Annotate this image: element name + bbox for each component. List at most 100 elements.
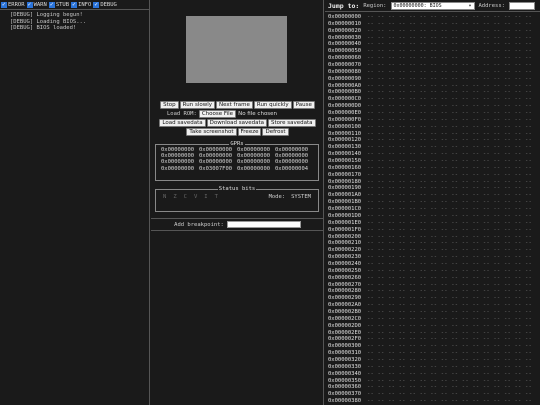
memory-row: 0x00000180 -- -- -- -- -- -- -- -- -- -- … [328, 179, 540, 186]
filter-debug-checkbox[interactable] [93, 1, 100, 9]
memory-row-address: 0x00000170 [328, 171, 362, 178]
memory-row: 0x000001A0 -- -- -- -- -- -- -- -- -- -- … [328, 192, 540, 199]
memory-row-bytes: -- -- -- -- -- -- -- -- -- -- -- -- -- -… [367, 363, 533, 370]
memory-row: 0x000002C0 -- -- -- -- -- -- -- -- -- -- … [328, 316, 540, 323]
memory-row-bytes: -- -- -- -- -- -- -- -- -- -- -- -- -- -… [367, 96, 533, 103]
memory-row: 0x00000360 -- -- -- -- -- -- -- -- -- -- … [328, 384, 540, 391]
stop-button[interactable]: Stop [160, 101, 179, 109]
memory-row-bytes: -- -- -- -- -- -- -- -- -- -- -- -- -- -… [367, 322, 533, 329]
memory-row-bytes: -- -- -- -- -- -- -- -- -- -- -- -- -- -… [367, 384, 533, 391]
memory-row: 0x000000B0 -- -- -- -- -- -- -- -- -- -- … [328, 89, 540, 96]
memory-row-bytes: -- -- -- -- -- -- -- -- -- -- -- -- -- -… [367, 370, 533, 377]
load-rom-row: Load ROM: Choose File No file chosen [167, 110, 277, 118]
filter-info[interactable]: INFO [71, 1, 91, 9]
memory-row-bytes: -- -- -- -- -- -- -- -- -- -- -- -- -- -… [367, 281, 533, 288]
chevron-down-icon: ▾ [468, 2, 472, 9]
memory-row-address: 0x000002E0 [328, 329, 362, 336]
memory-row: 0x000001B0 -- -- -- -- -- -- -- -- -- -- … [328, 199, 540, 206]
memory-row-address: 0x00000300 [328, 343, 362, 350]
memory-row-bytes: -- -- -- -- -- -- -- -- -- -- -- -- -- -… [367, 267, 533, 274]
memory-row-address: 0x00000040 [328, 41, 362, 48]
memory-row: 0x00000110 -- -- -- -- -- -- -- -- -- -- … [328, 131, 540, 138]
breakpoint-input[interactable] [226, 221, 301, 228]
memory-row-address: 0x000000F0 [328, 116, 362, 123]
memory-header: Jump to: Region: 0x00000000: BIOS ▾ Addre… [325, 0, 540, 12]
mode-label: Mode: [268, 194, 286, 200]
memory-row-address: 0x000001C0 [328, 206, 362, 213]
memory-row-address: 0x00000190 [328, 185, 362, 192]
memory-row-address: 0x000000D0 [328, 103, 362, 110]
memory-row: 0x00000060 -- -- -- -- -- -- -- -- -- -- … [328, 55, 540, 62]
memory-row-bytes: -- -- -- -- -- -- -- -- -- -- -- -- -- -… [367, 240, 533, 247]
memory-row-bytes: -- -- -- -- -- -- -- -- -- -- -- -- -- -… [367, 178, 533, 185]
breakpoint-label: Add breakpoint: [174, 221, 224, 228]
flag-c: C [183, 194, 187, 200]
memory-row-bytes: -- -- -- -- -- -- -- -- -- -- -- -- -- -… [367, 260, 533, 267]
gpr-value: 0x00000004 [275, 165, 309, 172]
filter-error[interactable]: ERROR [1, 1, 25, 9]
memory-row-bytes: -- -- -- -- -- -- -- -- -- -- -- -- -- -… [367, 116, 533, 123]
gpr-value: 0x03007F00 [199, 165, 233, 172]
memory-row: 0x00000290 -- -- -- -- -- -- -- -- -- -- … [328, 295, 540, 302]
memory-row-address: 0x00000110 [328, 130, 362, 137]
region-select[interactable]: 0x00000000: BIOS ▾ [390, 1, 475, 10]
memory-row: 0x00000190 -- -- -- -- -- -- -- -- -- -- … [328, 185, 540, 192]
memory-row: 0x00000310 -- -- -- -- -- -- -- -- -- -- … [328, 350, 540, 357]
pause-button[interactable]: Pause [292, 101, 315, 109]
memory-row: 0x00000380 -- -- -- -- -- -- -- -- -- -- … [328, 398, 540, 405]
memory-row-bytes: -- -- -- -- -- -- -- -- -- -- -- -- -- -… [367, 14, 533, 20]
memory-row: 0x00000280 -- -- -- -- -- -- -- -- -- -- … [328, 288, 540, 295]
next-frame-button[interactable]: Next frame [216, 101, 253, 109]
run-controls: Stop Run slowly Next frame Run quickly P… [151, 101, 323, 109]
filter-warn-checkbox[interactable] [26, 1, 33, 9]
filter-info-checkbox[interactable] [71, 1, 78, 9]
run-slowly-button[interactable]: Run slowly [179, 101, 215, 109]
memory-row-address: 0x000002D0 [328, 322, 362, 329]
memory-row-bytes: -- -- -- -- -- -- -- -- -- -- -- -- -- -… [367, 89, 533, 96]
savedata-controls: Load savedata Download savedata Store sa… [151, 119, 323, 127]
filter-error-checkbox[interactable] [1, 1, 7, 9]
filter-debug[interactable]: DEBUG [93, 1, 117, 9]
take-screenshot-button[interactable]: Take screenshot [186, 128, 237, 136]
memory-row: 0x00000050 -- -- -- -- -- -- -- -- -- -- … [328, 48, 540, 55]
filter-stub-checkbox[interactable] [48, 1, 55, 9]
memory-row-bytes: -- -- -- -- -- -- -- -- -- -- -- -- -- -… [367, 68, 533, 75]
memory-row-bytes: -- -- -- -- -- -- -- -- -- -- -- -- -- -… [367, 350, 533, 357]
run-quickly-button[interactable]: Run quickly [253, 101, 292, 109]
memory-row-bytes: -- -- -- -- -- -- -- -- -- -- -- -- -- -… [367, 151, 533, 158]
memory-row-bytes: -- -- -- -- -- -- -- -- -- -- -- -- -- -… [367, 199, 533, 206]
flag-v: V [193, 194, 198, 200]
filter-warn[interactable]: WARN [26, 1, 47, 9]
memory-row-address: 0x00000150 [328, 158, 362, 165]
memory-row-bytes: -- -- -- -- -- -- -- -- -- -- -- -- -- -… [367, 164, 533, 171]
emulator-screen[interactable] [186, 16, 287, 83]
memory-row-address: 0x000002A0 [328, 302, 362, 309]
filter-stub[interactable]: STUB [48, 1, 69, 9]
memory-row-address: 0x000000B0 [328, 89, 362, 96]
memory-row-bytes: -- -- -- -- -- -- -- -- -- -- -- -- -- -… [367, 233, 533, 240]
memory-row: 0x000000E0 -- -- -- -- -- -- -- -- -- -- … [328, 110, 540, 117]
memory-row-address: 0x00000220 [328, 247, 362, 254]
memory-row: 0x000000D0 -- -- -- -- -- -- -- -- -- -- … [328, 103, 540, 110]
memory-row-bytes: -- -- -- -- -- -- -- -- -- -- -- -- -- -… [367, 75, 533, 82]
gprs-panel: GPRs 0x00000000 0x00000000 0x00000000 0x… [155, 141, 319, 181]
memory-row-address: 0x000001B0 [328, 199, 362, 206]
memory-row-bytes: -- -- -- -- -- -- -- -- -- -- -- -- -- -… [367, 137, 533, 144]
memory-row: 0x00000270 -- -- -- -- -- -- -- -- -- -- … [328, 282, 540, 289]
memory-row-bytes: -- -- -- -- -- -- -- -- -- -- -- -- -- -… [367, 62, 533, 69]
memory-row: 0x00000030 -- -- -- -- -- -- -- -- -- -- … [328, 35, 540, 42]
jump-to-label: Jump to: [328, 1, 360, 10]
defrost-button[interactable]: Defrost [262, 128, 289, 136]
load-savedata-button[interactable]: Load savedata [159, 119, 206, 127]
store-savedata-button[interactable]: Store savedata [268, 119, 316, 127]
address-input[interactable] [509, 1, 535, 10]
freeze-button[interactable]: Freeze [237, 128, 262, 136]
memory-row-bytes: -- -- -- -- -- -- -- -- -- -- -- -- -- -… [367, 343, 533, 350]
choose-file-button[interactable]: Choose File [198, 110, 237, 118]
memory-row-bytes: -- -- -- -- -- -- -- -- -- -- -- -- -- -… [367, 103, 533, 110]
download-savedata-button[interactable]: Download savedata [206, 119, 267, 127]
memory-row-address: 0x00000290 [328, 295, 362, 302]
memory-row: 0x00000140 -- -- -- -- -- -- -- -- -- -- … [328, 151, 540, 158]
gprs-grid: 0x00000000 0x00000000 0x00000000 0x00000… [156, 147, 318, 172]
memory-row-address: 0x00000330 [328, 363, 362, 370]
